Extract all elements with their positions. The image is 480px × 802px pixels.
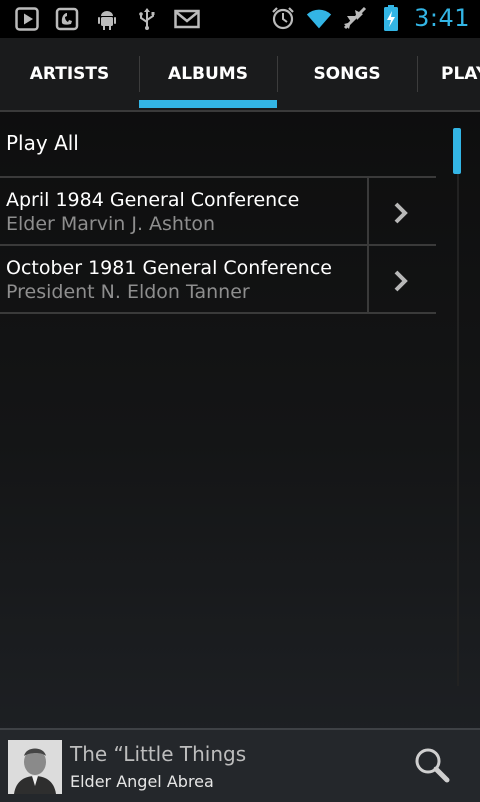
usb-icon xyxy=(134,6,160,32)
tab-separator xyxy=(417,56,418,92)
album-artist: Elder Marvin J. Ashton xyxy=(6,213,216,235)
status-bar: 3:41 xyxy=(0,0,480,38)
notification-icons xyxy=(14,6,200,32)
now-playing-artist: Elder Angel Abrea xyxy=(70,772,214,791)
row-divider xyxy=(367,178,369,244)
row-divider xyxy=(367,246,369,312)
tab-songs[interactable]: SONGS xyxy=(277,38,417,110)
system-icons: 3:41 xyxy=(270,4,470,32)
chevron-right-icon[interactable] xyxy=(386,266,416,296)
list-item-text: April 1984 General Conference Elder Marv… xyxy=(6,188,299,236)
album-list: Play All April 1984 General Conference E… xyxy=(0,110,436,314)
now-playing-title: The “Little Things xyxy=(70,742,247,766)
album-title: April 1984 General Conference xyxy=(6,189,300,211)
tab-playlists[interactable]: PLAY xyxy=(441,38,480,110)
play-store-icon xyxy=(14,6,40,32)
list-item-text: October 1981 General Conference Presiden… xyxy=(6,256,332,304)
album-art-thumbnail xyxy=(8,740,62,794)
search-icon[interactable] xyxy=(412,746,452,786)
tab-artists[interactable]: ARTISTS xyxy=(0,38,139,110)
album-artist: President N. Eldon Tanner xyxy=(6,281,250,303)
selected-tab-indicator xyxy=(139,100,277,108)
play-all-label: Play All xyxy=(6,131,79,155)
android-debug-icon xyxy=(94,6,120,32)
gmail-icon xyxy=(174,6,200,32)
voicemail-icon xyxy=(54,6,80,32)
tab-label: ARTISTS xyxy=(29,64,110,84)
alarm-icon xyxy=(270,5,296,31)
wifi-icon xyxy=(306,5,332,31)
chevron-right-icon[interactable] xyxy=(386,198,416,228)
tab-label: ALBUMS xyxy=(168,64,248,84)
tab-bar: ARTISTS ALBUMS SONGS PLAY xyxy=(0,38,480,112)
album-title: October 1981 General Conference xyxy=(6,257,332,279)
scrollbar-thumb[interactable] xyxy=(453,128,461,174)
now-playing-bar[interactable]: The “Little Things Elder Angel Abrea xyxy=(0,728,480,802)
tab-label: PLAY xyxy=(441,64,480,84)
scrollbar-track[interactable] xyxy=(457,128,459,686)
play-all-button[interactable]: Play All xyxy=(0,110,436,178)
clock: 3:41 xyxy=(414,4,470,32)
battery-charging-icon xyxy=(378,5,404,31)
list-item[interactable]: April 1984 General Conference Elder Marv… xyxy=(0,178,436,246)
tab-label: SONGS xyxy=(313,64,381,84)
airplane-mode-icon xyxy=(342,5,368,31)
list-item[interactable]: October 1981 General Conference Presiden… xyxy=(0,246,436,314)
